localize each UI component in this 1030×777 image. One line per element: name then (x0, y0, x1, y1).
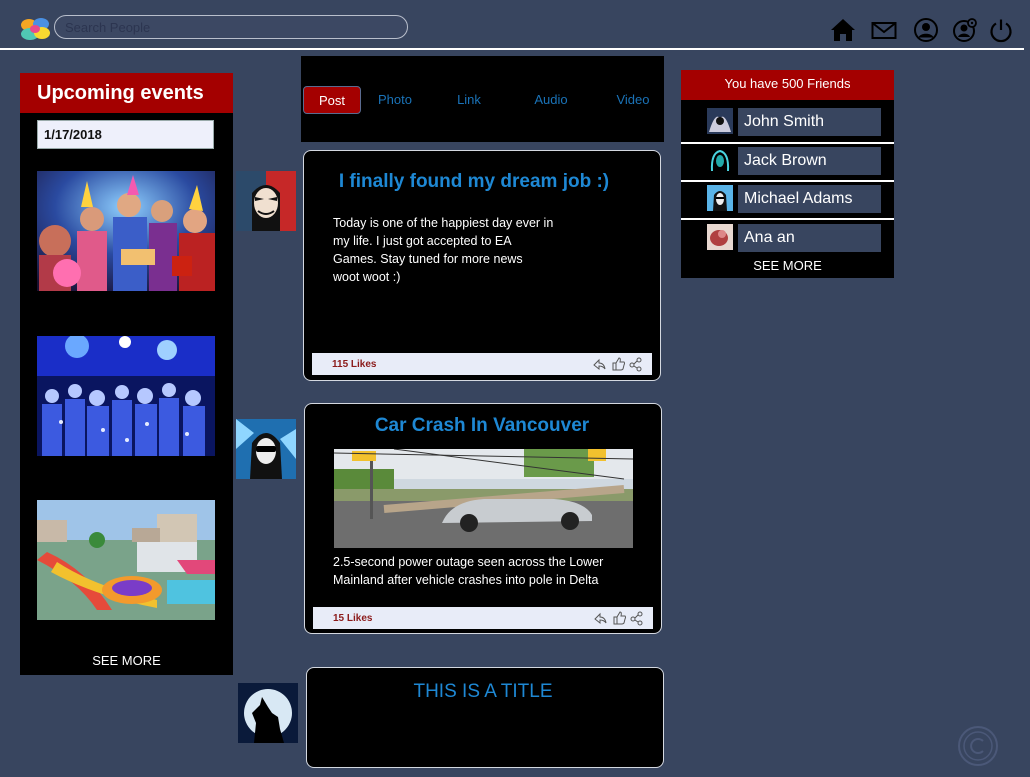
friends-see-more-link[interactable]: SEE MORE (681, 258, 894, 273)
post-action-bar: 15 Likes (313, 607, 653, 629)
upcoming-events-panel: Upcoming events 1/17/2018 SEE MORE (20, 73, 233, 675)
thumbs-up-icon[interactable] (612, 357, 625, 371)
top-navigation-bar (0, 0, 1030, 52)
like-count: 15 Likes (333, 613, 373, 624)
reply-icon[interactable] (593, 358, 606, 371)
friend-name[interactable]: Ana an (738, 224, 881, 252)
post-card: I finally found my dream job :) Today is… (303, 150, 661, 381)
post-author-avatar[interactable] (238, 683, 298, 743)
friend-name[interactable]: Jack Brown (738, 147, 881, 175)
friend-avatar[interactable] (707, 185, 733, 211)
post-card: Car Crash In Vancouver 2.5-second power … (304, 403, 662, 634)
friends-panel: You have 500 Friends John Smith Jack Bro… (681, 70, 894, 278)
post-body-line: Games. Stay tuned for more news (333, 252, 523, 266)
search-input[interactable] (54, 15, 408, 39)
post-body-line: woot woot :) (333, 270, 401, 284)
friend-avatar[interactable] (707, 224, 733, 250)
tab-video[interactable]: Video (609, 86, 657, 114)
friend-avatar[interactable] (707, 147, 733, 173)
app-logo-icon[interactable] (19, 16, 51, 42)
header-divider (0, 48, 1024, 50)
thumbs-up-icon[interactable] (613, 611, 626, 625)
post-body-line: Today is one of the happiest day ever in (333, 216, 554, 230)
friend-item[interactable]: Michael Adams (681, 177, 894, 215)
event-date-field[interactable]: 1/17/2018 (37, 120, 214, 149)
home-icon[interactable] (830, 17, 856, 43)
tab-audio[interactable]: Audio (527, 86, 575, 114)
nightclub-photo[interactable] (37, 336, 215, 456)
post-author-avatar[interactable] (236, 171, 296, 231)
post-body-line: my life. I just got accepted to EA (333, 234, 512, 248)
power-icon[interactable] (988, 17, 1014, 43)
friend-avatar[interactable] (707, 108, 733, 134)
post-body: Today is one of the happiest day ever in… (333, 214, 583, 286)
friend-name[interactable]: Michael Adams (738, 185, 881, 213)
events-see-more-link[interactable]: SEE MORE (20, 653, 233, 668)
friend-name[interactable]: John Smith (738, 108, 881, 136)
post-type-tabs: Post Photo Link Audio Video (301, 56, 664, 142)
post-title[interactable]: Car Crash In Vancouver (305, 415, 660, 437)
friend-item[interactable]: Ana an (681, 216, 894, 254)
waterpark-photo[interactable] (37, 500, 215, 620)
tab-post[interactable]: Post (303, 86, 361, 114)
user-icon[interactable] (913, 17, 939, 43)
post-body-line: Mainland after vehicle crashes into pole… (333, 573, 599, 587)
car-crash-photo[interactable] (334, 449, 633, 548)
like-count: 115 Likes (332, 359, 377, 370)
post-body: 2.5-second power outage seen across the … (333, 553, 643, 589)
post-body-line: 2.5-second power outage seen across the … (333, 555, 604, 569)
post-action-bar: 115 Likes (312, 353, 652, 375)
account-settings-icon[interactable] (951, 17, 977, 43)
copyright-icon (958, 726, 998, 766)
reply-icon[interactable] (594, 612, 607, 625)
events-title: Upcoming events (37, 82, 204, 104)
post-title[interactable]: I finally found my dream job :) (304, 171, 652, 193)
friend-item[interactable]: Jack Brown (681, 139, 894, 177)
post-title[interactable]: THIS IS A TITLE (307, 681, 661, 703)
mail-icon[interactable] (871, 17, 897, 43)
post-author-avatar[interactable] (236, 419, 296, 479)
friend-item[interactable]: John Smith (681, 100, 894, 138)
share-icon[interactable] (630, 611, 643, 626)
share-icon[interactable] (629, 357, 642, 372)
events-header: Upcoming events (20, 73, 233, 113)
party-photo[interactable] (37, 171, 215, 291)
tab-photo[interactable]: Photo (371, 86, 419, 114)
friends-count-header: You have 500 Friends (681, 70, 894, 100)
tab-link[interactable]: Link (449, 86, 489, 114)
post-card: THIS IS A TITLE (306, 667, 664, 768)
